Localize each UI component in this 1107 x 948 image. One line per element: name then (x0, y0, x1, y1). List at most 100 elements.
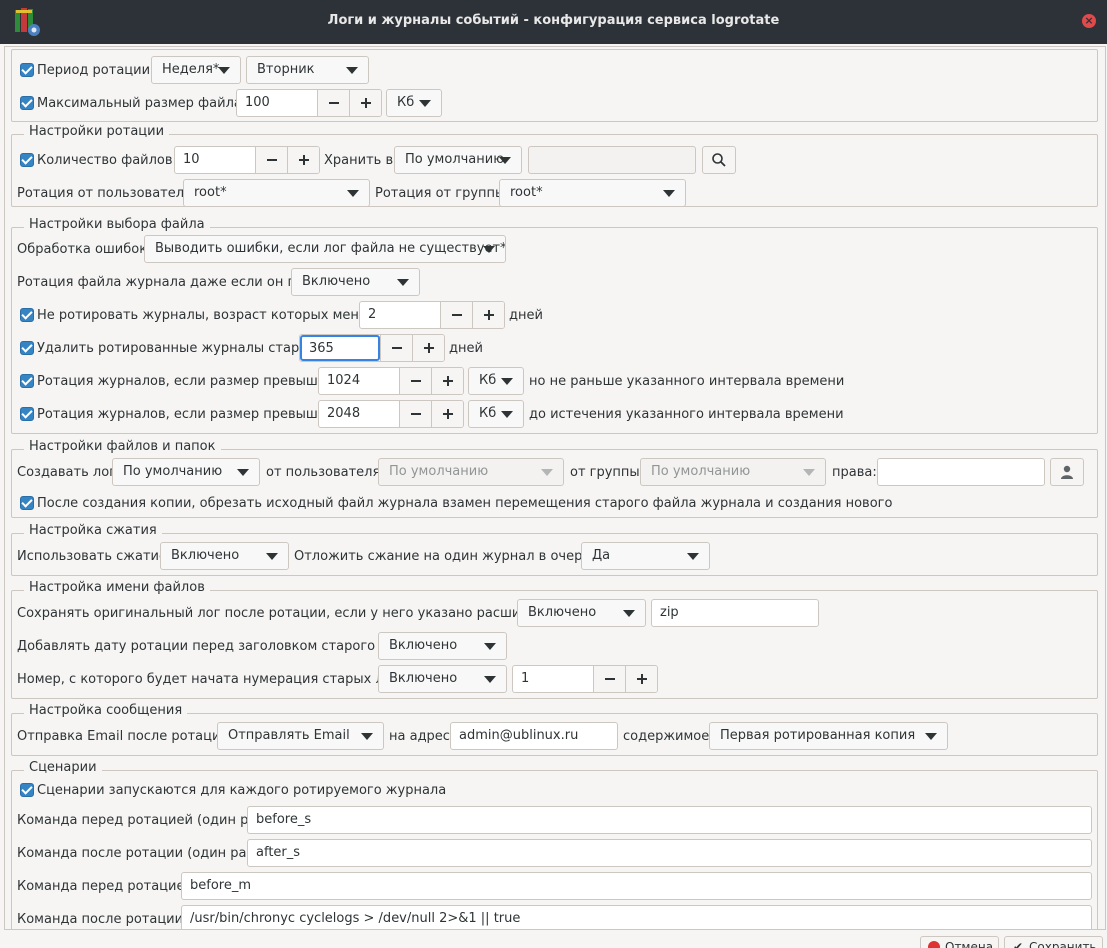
maxsize2-stepper[interactable]: 2048 (318, 400, 464, 428)
start-dropdown[interactable]: Включено (378, 665, 507, 693)
user-icon (1061, 465, 1073, 479)
minsize-stepper[interactable]: 1024 (318, 367, 464, 395)
date-label: Добавлять дату ротации перед заголовком … (17, 639, 415, 654)
minsize-checkbox[interactable] (20, 374, 34, 388)
scripts-each-label: Сценарии запускаются для каждого ротируе… (37, 783, 447, 798)
create-label: Создавать лог (17, 465, 116, 480)
group-label: Ротация от группы: (375, 186, 510, 201)
increment-icon[interactable] (625, 666, 657, 692)
ext-input[interactable]: zip (651, 599, 819, 627)
store-dropdown[interactable]: По умолчанию (394, 146, 522, 174)
user-dropdown[interactable]: root* (183, 179, 370, 207)
user-label: Ротация от пользователя: (17, 186, 197, 201)
decrement-icon[interactable] (399, 401, 431, 427)
increment-icon[interactable] (349, 90, 381, 116)
window-title: Логи и журналы событий - конфигурация се… (327, 13, 780, 28)
content-dropdown[interactable]: Первая ротированная копия (709, 722, 948, 750)
from-group-dropdown[interactable]: По умолчанию (640, 458, 826, 486)
decrement-icon[interactable] (399, 368, 431, 394)
save-button[interactable]: ✔ Сохранить (1004, 936, 1103, 948)
copytruncate-checkbox[interactable] (20, 496, 34, 510)
maxsize-label: Максимальный размер файла: (37, 96, 247, 111)
chevron-down-icon (499, 157, 511, 164)
pre-once-label: Команда перед ротацией (один раз): (17, 813, 273, 828)
maxage-checkbox[interactable] (20, 341, 34, 355)
decrement-icon[interactable] (255, 147, 287, 173)
maxsize-unit-dropdown[interactable]: Кб (386, 89, 442, 117)
maxsize2-label: Ротация журналов, если размер превышает (37, 407, 342, 422)
rotation-frame: Настройки ротации Количество файлов: 10 … (11, 124, 1098, 207)
maxsize2-checkbox[interactable] (20, 407, 34, 421)
post-once-label: Команда после ротации (один раз): (17, 846, 263, 861)
chevron-down-icon (347, 190, 359, 197)
compress-delay-dropdown[interactable]: Да (581, 542, 710, 570)
close-icon[interactable]: × (1082, 14, 1096, 28)
maxage-stepper[interactable]: 365 (299, 334, 445, 362)
decrement-icon[interactable] (440, 302, 472, 328)
compression-legend: Настройка сжатия (24, 523, 162, 539)
empty-label: Ротация файла журнала даже если он пуст: (17, 275, 323, 290)
minage-checkbox[interactable] (20, 308, 34, 322)
compression-frame: Настройка сжатия Использовать сжатие: Вк… (11, 523, 1098, 576)
compress-delay-label: Отложить сжание на один журнал в очереди… (294, 549, 613, 564)
chevron-down-icon (361, 733, 373, 740)
count-stepper[interactable]: 10 (174, 146, 320, 174)
increment-icon[interactable] (287, 147, 319, 173)
chevron-down-icon (501, 378, 513, 385)
maxsize2-unit-dropdown[interactable]: Кб (468, 400, 524, 428)
main-content: Период ротации: Неделя* Вторник Максимал… (4, 46, 1106, 930)
increment-icon[interactable] (472, 302, 504, 328)
chevron-down-icon (419, 100, 431, 107)
chevron-down-icon (501, 411, 513, 418)
create-dropdown[interactable]: По умолчанию (112, 458, 260, 486)
maxage-unit: дней (449, 341, 483, 356)
count-label: Количество файлов: (37, 153, 177, 168)
pre-label: Команда перед ротацией: (17, 879, 198, 894)
empty-dropdown[interactable]: Включено (291, 268, 420, 296)
compress-use-dropdown[interactable]: Включено (160, 542, 289, 570)
increment-icon[interactable] (431, 401, 463, 427)
group-dropdown[interactable]: root* (499, 179, 686, 207)
period-checkbox[interactable] (20, 63, 34, 77)
date-dropdown[interactable]: Включено (378, 632, 507, 660)
from-user-dropdown[interactable]: По умолчанию (378, 458, 564, 486)
scripts-each-checkbox[interactable] (20, 783, 34, 797)
maxsize-checkbox[interactable] (20, 96, 34, 110)
weekday-dropdown[interactable]: Вторник (246, 56, 369, 84)
ext-dropdown[interactable]: Включено (517, 599, 646, 627)
decrement-icon[interactable] (317, 90, 349, 116)
minsize-unit-dropdown[interactable]: Кб (468, 367, 524, 395)
browse-button[interactable] (702, 146, 736, 174)
maxsize2-note: до истечения указанного интервала времен… (529, 407, 844, 422)
rotation-legend: Настройки ротации (24, 124, 170, 140)
chevron-down-icon (397, 279, 409, 286)
increment-icon[interactable] (431, 368, 463, 394)
email-dropdown[interactable]: Отправлять Email (217, 722, 384, 750)
minage-label: Не ротировать журналы, возраст которых м… (37, 308, 387, 323)
start-stepper[interactable]: 1 (512, 665, 658, 693)
cancel-button[interactable]: Отмена (920, 936, 999, 948)
increment-icon[interactable] (412, 335, 444, 361)
scripts-frame: Сценарии Сценарии запускаются для каждог… (11, 760, 1098, 929)
minage-stepper[interactable]: 2 (359, 301, 505, 329)
count-checkbox[interactable] (20, 153, 34, 167)
chevron-down-icon (484, 643, 496, 650)
minsize-note: но не раньше указанного интервала времен… (529, 374, 845, 389)
chevron-down-icon (663, 190, 675, 197)
errors-dropdown[interactable]: Выводить ошибки, если лог файла не сущес… (144, 235, 506, 263)
checkmark-icon: ✔ (1013, 940, 1024, 948)
pre-input[interactable]: before_m (181, 872, 1092, 900)
maxsize-stepper[interactable]: 100 (236, 89, 382, 117)
pre-once-input[interactable]: before_s (247, 806, 1092, 834)
rights-input[interactable] (877, 458, 1045, 486)
rights-label: права: (832, 465, 877, 480)
permissions-button[interactable] (1050, 458, 1084, 486)
period-dropdown[interactable]: Неделя* (151, 56, 241, 84)
address-input[interactable]: admin@ublinux.ru (450, 722, 618, 750)
post-once-input[interactable]: after_s (247, 839, 1092, 867)
post-input[interactable]: /usr/bin/chronyc cyclelogs > /dev/null 2… (181, 905, 1092, 929)
chevron-down-icon (541, 469, 553, 476)
decrement-icon[interactable] (593, 666, 625, 692)
store-path-input[interactable] (528, 146, 696, 174)
decrement-icon[interactable] (380, 335, 412, 361)
